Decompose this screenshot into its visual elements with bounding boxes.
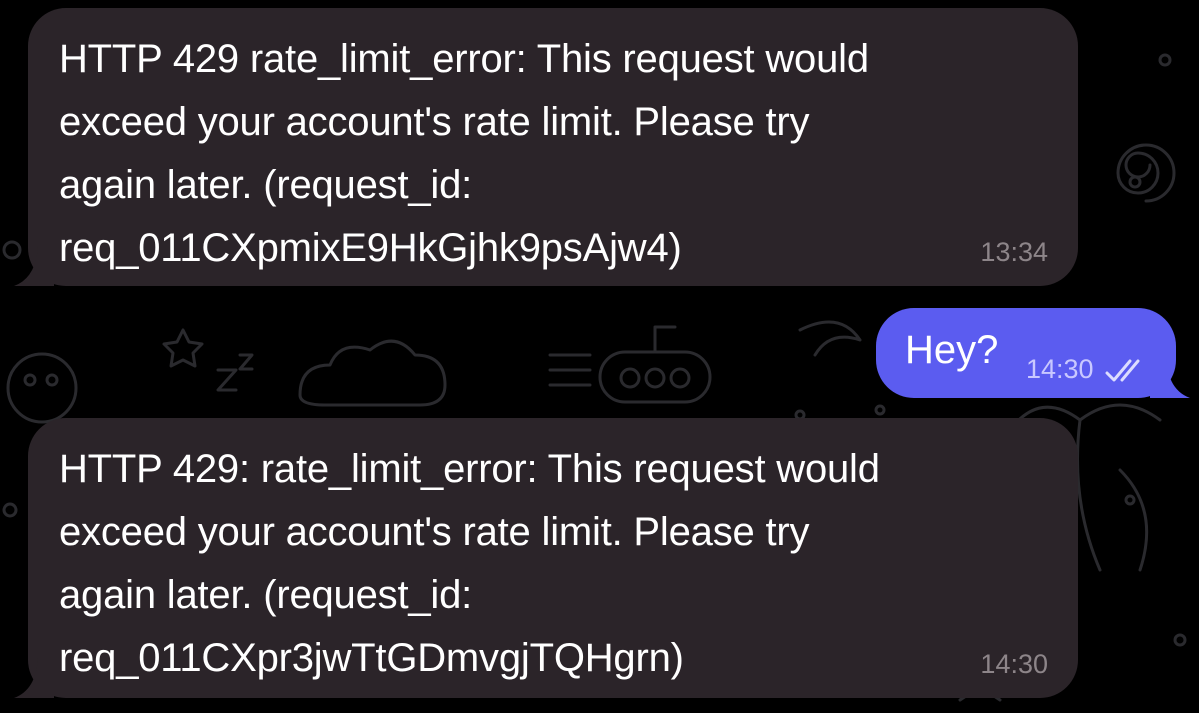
bubble-tail-icon <box>1150 358 1190 398</box>
bubble-tail-icon <box>14 658 54 698</box>
incoming-message-bubble[interactable]: HTTP 429 rate_limit_error: This request … <box>14 8 1078 286</box>
outgoing-message-bubble[interactable]: Hey? 14:30 <box>876 308 1190 398</box>
message-time: 14:30 <box>980 649 1048 679</box>
incoming-message-bubble[interactable]: HTTP 429: rate_limit_error: This request… <box>14 418 1078 698</box>
message-text: HTTP 429 rate_limit_error: This request … <box>59 37 869 270</box>
message-time: 14:30 <box>1026 354 1094 384</box>
message-text: Hey? <box>905 328 999 372</box>
bubble-tail-icon <box>14 246 54 286</box>
message-text: HTTP 429: rate_limit_error: This request… <box>59 447 880 680</box>
double-check-icon <box>1105 359 1140 382</box>
message-time: 13:34 <box>980 237 1048 267</box>
